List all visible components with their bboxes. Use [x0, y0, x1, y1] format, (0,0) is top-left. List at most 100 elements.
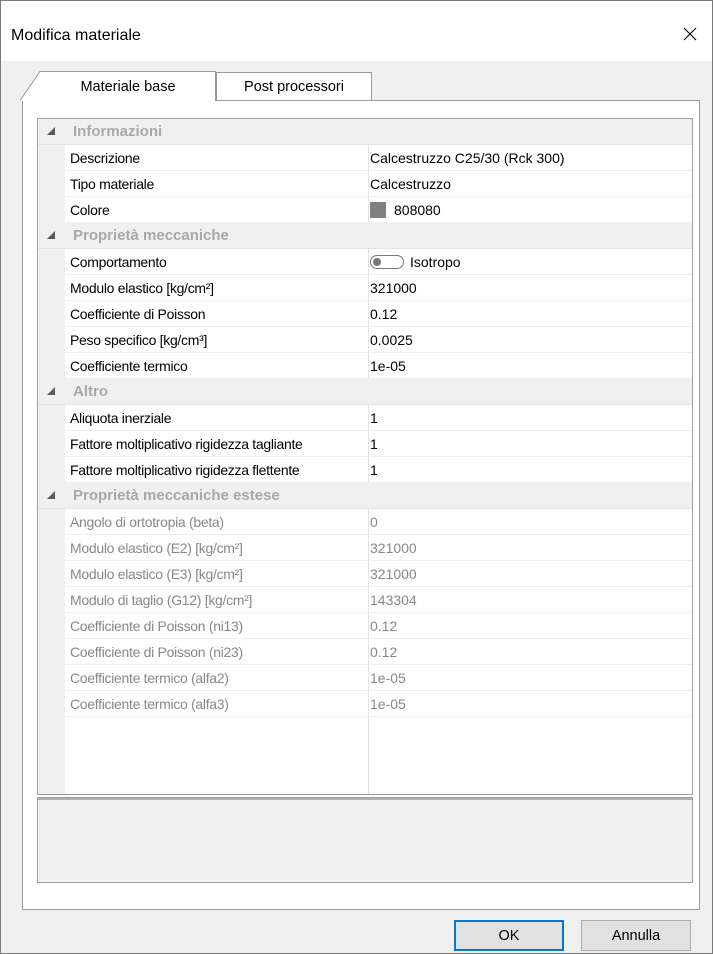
- property-name: Coefficiente di Poisson (ni13): [70, 618, 243, 634]
- property-name: Comportamento: [70, 254, 167, 270]
- category-row[interactable]: Informazioni: [38, 119, 692, 145]
- property-value-text: 321000: [370, 540, 417, 556]
- title-bar: Modifica materiale: [1, 1, 712, 61]
- isotropo-toggle[interactable]: [370, 255, 404, 269]
- property-row[interactable]: Colore 808080: [38, 197, 692, 223]
- property-row[interactable]: Fattore moltiplicativo rigidezza fletten…: [38, 457, 692, 483]
- category-label: Proprietà meccaniche: [73, 227, 229, 244]
- property-name: Coefficiente di Poisson: [70, 306, 206, 322]
- property-row[interactable]: Coefficiente termico 1e-05: [38, 353, 692, 379]
- property-name: Fattore moltiplicativo rigidezza taglian…: [70, 436, 303, 452]
- window-title: Modifica materiale: [11, 27, 141, 44]
- property-row[interactable]: Aliquota inerziale 1: [38, 405, 692, 431]
- property-value-text: 0.12: [370, 618, 398, 634]
- property-row[interactable]: Coefficiente termico (alfa2) 1e-05: [38, 665, 692, 691]
- property-value[interactable]: 1: [370, 410, 378, 426]
- category-row[interactable]: Altro: [38, 379, 692, 405]
- property-row[interactable]: Descrizione Calcestruzzo C25/30 (Rck 300): [38, 145, 692, 171]
- property-name: Modulo elastico [kg/cm²]: [70, 280, 214, 296]
- property-row[interactable]: Modulo di taglio (G12) [kg/cm²] 143304: [38, 587, 692, 613]
- property-row[interactable]: Coefficiente di Poisson (ni23) 0.12: [38, 639, 692, 665]
- property-name: Aliquota inerziale: [70, 410, 172, 426]
- property-value-text: Calcestruzzo: [370, 176, 451, 192]
- property-row[interactable]: Tipo materiale Calcestruzzo: [38, 171, 692, 197]
- property-value-text: 0: [370, 514, 378, 530]
- property-name: Colore: [70, 202, 110, 218]
- property-name: Modulo elastico (E3) [kg/cm²]: [70, 566, 243, 582]
- color-swatch: [370, 202, 386, 218]
- property-value[interactable]: Isotropo: [370, 254, 461, 270]
- property-value[interactable]: 0.0025: [370, 332, 413, 348]
- property-value-text: Calcestruzzo C25/30 (Rck 300): [370, 150, 565, 166]
- property-row[interactable]: Modulo elastico (E3) [kg/cm²] 321000: [38, 561, 692, 587]
- property-name: Peso specifico [kg/cm³]: [70, 332, 208, 348]
- property-grid[interactable]: Informazioni Descrizione Calcestruzzo C25/…: [37, 118, 693, 795]
- property-name: Fattore moltiplicativo rigidezza fletten…: [70, 462, 300, 478]
- property-value[interactable]: Calcestruzzo C25/30 (Rck 300): [370, 150, 565, 166]
- description-panel: [37, 797, 693, 883]
- property-name: Modulo di taglio (G12) [kg/cm²]: [70, 592, 253, 608]
- category-row[interactable]: Proprietà meccaniche: [38, 223, 692, 249]
- ok-button[interactable]: OK: [454, 920, 564, 951]
- property-row[interactable]: Coefficiente termico (alfa3) 1e-05: [38, 691, 692, 717]
- property-row[interactable]: Fattore moltiplicativo rigidezza taglian…: [38, 431, 692, 457]
- cancel-button-label: Annulla: [611, 927, 661, 944]
- property-value[interactable]: Calcestruzzo: [370, 176, 451, 192]
- property-value: 321000: [370, 540, 417, 556]
- property-value: 0.12: [370, 644, 397, 660]
- close-button[interactable]: [672, 19, 708, 49]
- property-value-text: 808080: [394, 202, 441, 218]
- property-value[interactable]: 1e-05: [370, 358, 406, 374]
- property-value-text: 0.12: [370, 644, 398, 660]
- property-value-text: 321000: [370, 566, 417, 582]
- collapse-triangle-icon[interactable]: [46, 230, 56, 240]
- property-name: Angolo di ortotropia (beta): [70, 514, 224, 530]
- property-row[interactable]: Angolo di ortotropia (beta) 0: [38, 509, 692, 535]
- property-row[interactable]: Peso specifico [kg/cm³] 0.0025: [38, 327, 692, 353]
- category-label: Proprietà meccaniche estese: [73, 487, 280, 504]
- collapse-triangle-icon[interactable]: [46, 126, 56, 136]
- property-value: 0: [370, 514, 378, 530]
- tab-post-processori[interactable]: Post processori: [216, 72, 372, 100]
- property-value: 1e-05: [370, 696, 406, 712]
- property-value-text: 1: [370, 436, 378, 452]
- property-row[interactable]: Modulo elastico [kg/cm²] 321000: [38, 275, 692, 301]
- property-name: Coefficiente termico (alfa2): [70, 670, 229, 686]
- property-value-text: 1: [370, 410, 378, 426]
- toggle-knob: [373, 258, 381, 266]
- tab-materiale-base[interactable]: Materiale base: [40, 71, 216, 101]
- category-label: Altro: [73, 383, 108, 400]
- property-name: Coefficiente termico: [70, 358, 188, 374]
- tab-label: Materiale base: [80, 78, 176, 95]
- property-value-text: 143304: [370, 592, 417, 608]
- property-value: 321000: [370, 566, 417, 582]
- property-value-text: 1: [370, 462, 378, 478]
- category-label: Informazioni: [73, 123, 163, 140]
- property-value-text: 0.0025: [370, 332, 413, 348]
- property-row[interactable]: Coefficiente di Poisson 0.12: [38, 301, 692, 327]
- collapse-triangle-icon[interactable]: [46, 490, 56, 500]
- collapse-triangle-icon[interactable]: [46, 386, 56, 396]
- property-value-text: 1e-05: [370, 696, 406, 712]
- property-value[interactable]: 321000: [370, 280, 417, 296]
- cancel-button[interactable]: Annulla: [581, 920, 691, 951]
- close-icon: [683, 27, 697, 41]
- property-value[interactable]: 0.12: [370, 306, 397, 322]
- property-name: Coefficiente termico (alfa3): [70, 696, 229, 712]
- property-row[interactable]: Coefficiente di Poisson (ni13) 0.12: [38, 613, 692, 639]
- property-value: 0.12: [370, 618, 397, 634]
- property-value[interactable]: 1: [370, 462, 378, 478]
- property-value: 1e-05: [370, 670, 406, 686]
- property-value[interactable]: 808080: [370, 202, 441, 218]
- property-value-text: Isotropo: [410, 254, 461, 270]
- tab-label: Post processori: [244, 78, 344, 95]
- property-value[interactable]: 1: [370, 436, 378, 452]
- property-value-text: 321000: [370, 280, 417, 296]
- property-row[interactable]: Comportamento Isotropo: [38, 249, 692, 275]
- tab-edge: [20, 71, 42, 101]
- property-name: Descrizione: [70, 150, 140, 166]
- category-row[interactable]: Proprietà meccaniche estese: [38, 483, 692, 509]
- property-name: Modulo elastico (E2) [kg/cm²]: [70, 540, 243, 556]
- property-row[interactable]: Modulo elastico (E2) [kg/cm²] 321000: [38, 535, 692, 561]
- property-name: Tipo materiale: [70, 176, 154, 192]
